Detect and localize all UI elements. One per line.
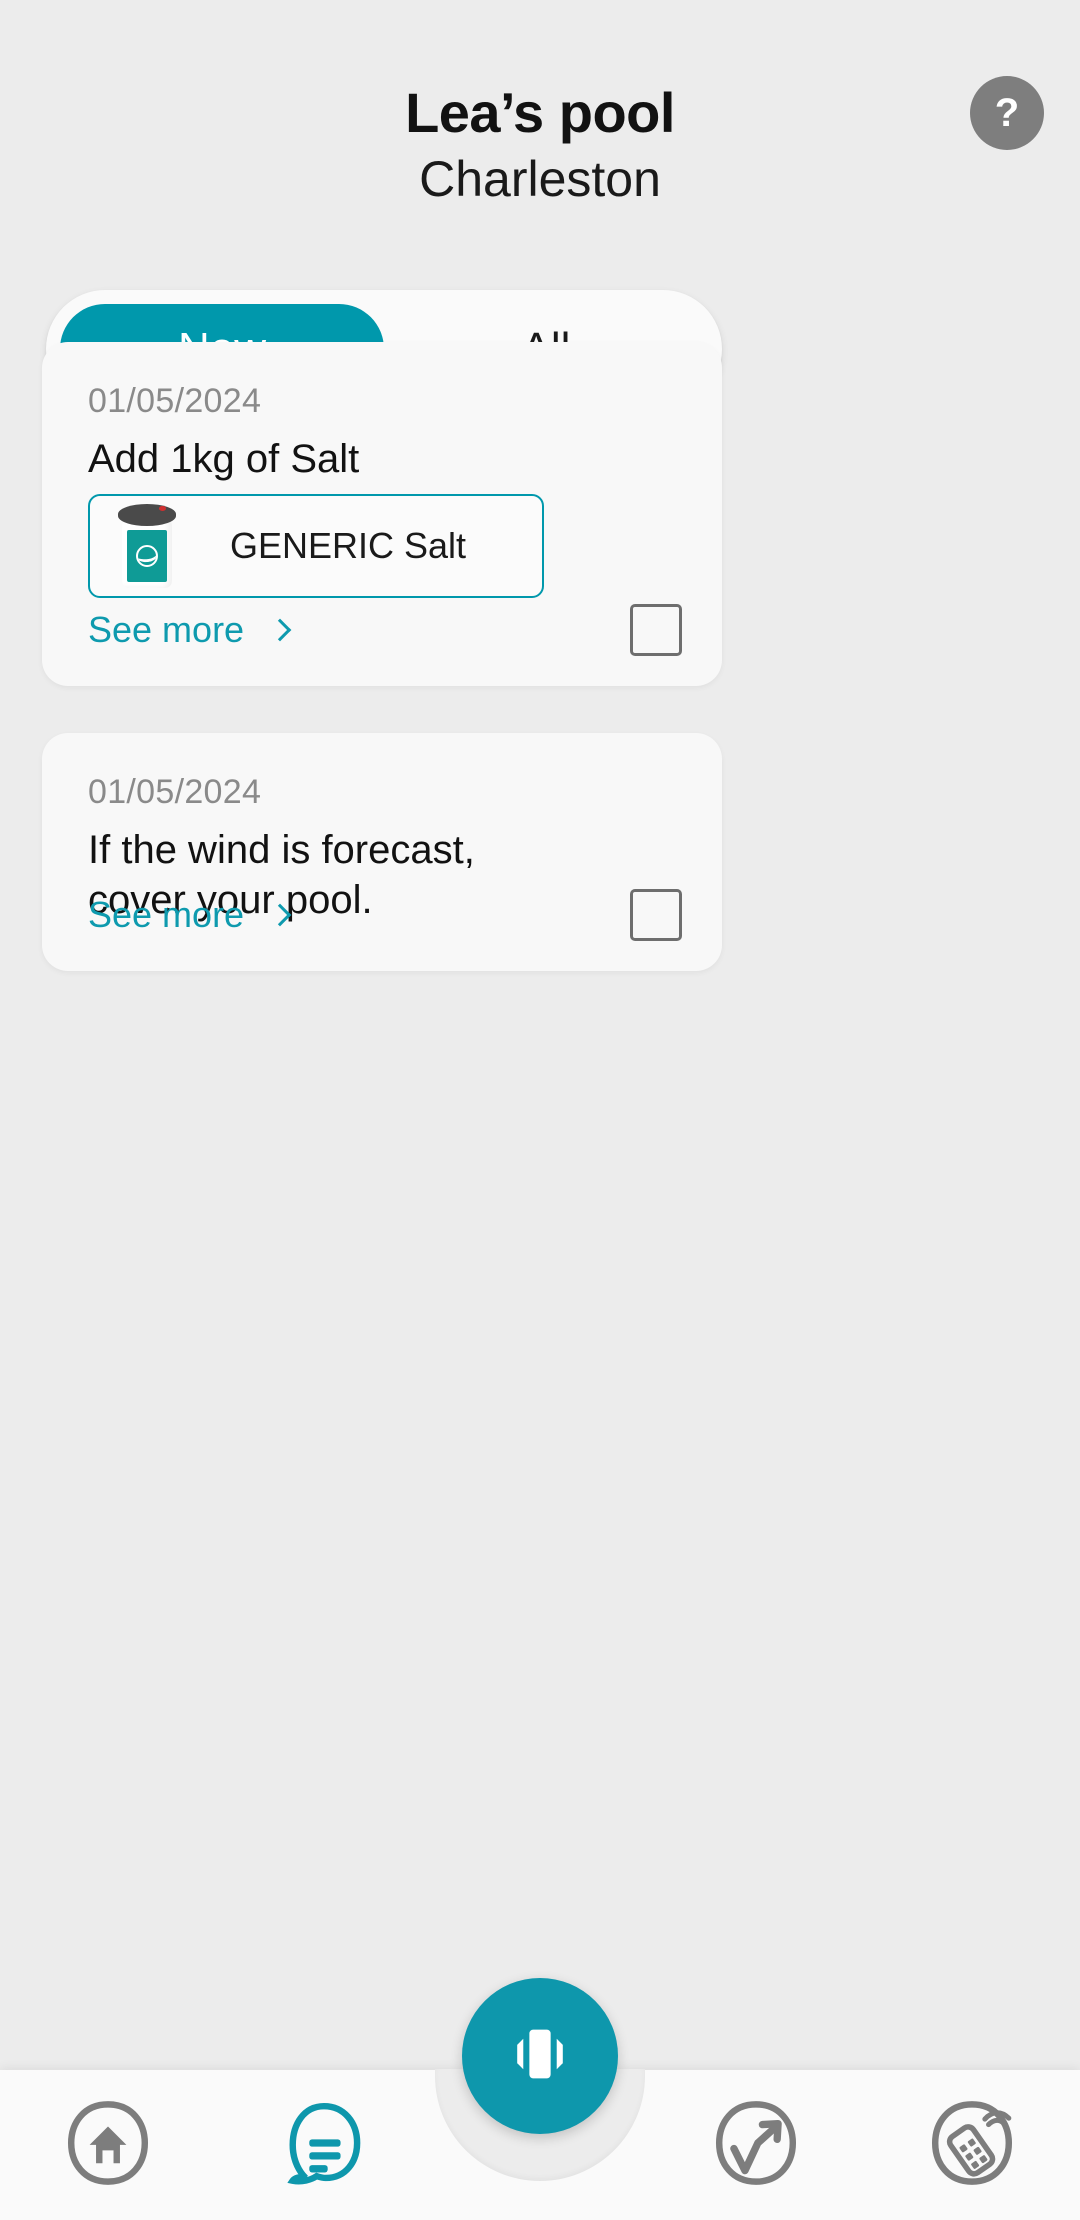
chat-bubble-icon — [278, 2097, 370, 2194]
nav-item-remote[interactable] — [864, 2070, 1080, 2220]
task-checkbox[interactable] — [630, 604, 682, 656]
task-checkbox[interactable] — [630, 889, 682, 941]
nav-item-messages[interactable] — [216, 2070, 432, 2220]
scan-fab-button[interactable] — [462, 1978, 618, 2134]
scan-frame-icon — [502, 2016, 578, 2097]
trending-up-icon — [710, 2097, 802, 2194]
task-card[interactable]: 01/05/2024 If the wind is forecast, cove… — [42, 733, 722, 971]
see-more-label: See more — [88, 609, 245, 650]
card-title-line-1: If the wind is forecast, — [88, 828, 475, 872]
home-icon — [62, 2097, 154, 2194]
card-title: Add 1kg of Salt — [88, 437, 360, 481]
card-footer: See more — [88, 889, 682, 941]
page-title: Lea’s pool — [405, 81, 675, 144]
nav-item-analytics[interactable] — [648, 2070, 864, 2220]
card-footer: See more — [88, 604, 682, 656]
see-more-link[interactable]: See more — [88, 609, 290, 651]
app-screen: Lea’s pool Charleston ? New All 01/05/20… — [0, 0, 1080, 2220]
header: Lea’s pool Charleston ? — [0, 0, 1080, 260]
card-date: 01/05/2024 — [88, 382, 262, 420]
chevron-right-icon — [270, 620, 290, 640]
see-more-label: See more — [88, 894, 245, 935]
card-date: 01/05/2024 — [88, 773, 262, 811]
chevron-right-icon — [270, 905, 290, 925]
title-block: Lea’s pool Charleston — [0, 82, 1080, 210]
remote-control-icon — [926, 2097, 1018, 2194]
nav-item-home[interactable] — [0, 2070, 216, 2220]
salt-bucket-icon — [90, 494, 200, 598]
see-more-link[interactable]: See more — [88, 894, 290, 936]
product-name: GENERIC Salt — [230, 525, 467, 566]
page-subtitle: Charleston — [419, 151, 661, 207]
product-chip[interactable]: GENERIC Salt — [88, 494, 544, 598]
help-icon[interactable]: ? — [970, 76, 1044, 150]
task-card[interactable]: 01/05/2024 Add 1kg of Salt GENERIC Salt … — [42, 342, 722, 686]
